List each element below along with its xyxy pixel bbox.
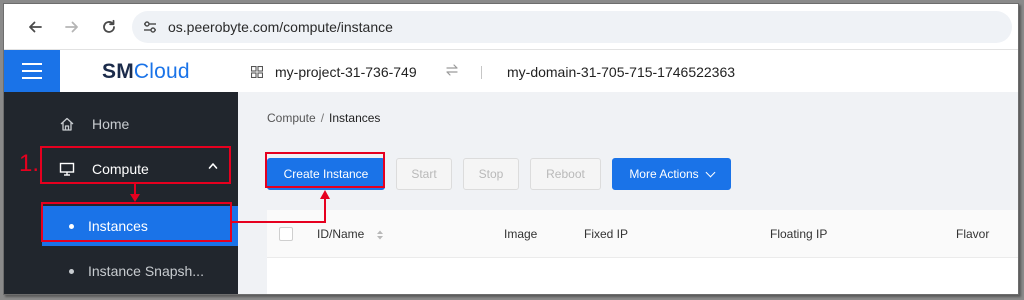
chevron-up-icon[interactable] (208, 161, 218, 171)
bullet-icon (69, 224, 74, 229)
breadcrumb-parent[interactable]: Compute (267, 111, 316, 125)
column-header-label: ID/Name (317, 227, 365, 241)
site-settings-icon[interactable] (142, 19, 158, 35)
start-button[interactable]: Start (396, 158, 452, 190)
more-actions-button[interactable]: More Actions (612, 158, 731, 190)
column-header-image: Image (504, 227, 538, 241)
sidebar-subitem-instances[interactable]: Instances (42, 206, 238, 246)
forward-arrow-icon[interactable] (60, 15, 84, 39)
column-header-id-name[interactable]: ID/Name (317, 227, 384, 241)
table-header: ID/Name Image Fixed IP Floating IP Flavo… (267, 210, 1018, 258)
logo-bold-text: SM (102, 60, 134, 83)
sidebar-subitem-label: Instance Snapsh... (88, 263, 204, 279)
switch-icon[interactable] (445, 63, 459, 80)
chevron-down-icon (705, 167, 716, 177)
sidebar-item-home[interactable]: Home (4, 104, 238, 144)
back-arrow-icon[interactable] (23, 15, 47, 39)
sidebar-item-label: Compute (92, 161, 149, 177)
create-instance-button[interactable]: Create Instance (267, 158, 385, 190)
sidebar: Home Compute Instances Instance Snapsh..… (4, 92, 238, 294)
app-header: SMCloud my-project-31-736-749 my-domain-… (4, 50, 1018, 92)
column-header-fixed-ip: Fixed IP (584, 227, 629, 241)
sidebar-item-label: Home (92, 116, 130, 132)
bullet-icon (69, 269, 74, 274)
screenshot-frame: os.peerobyte.com/compute/instance SMClou… (3, 3, 1019, 295)
more-actions-label: More Actions (629, 167, 699, 181)
select-all-checkbox[interactable] (279, 227, 293, 241)
reboot-button[interactable]: Reboot (530, 158, 601, 190)
project-selector[interactable]: my-project-31-736-749 (275, 64, 417, 80)
column-header-flavor: Flavor (956, 227, 990, 241)
header-divider (481, 66, 482, 79)
annotation-step-number: 1. (19, 150, 40, 177)
logo[interactable]: SMCloud (102, 60, 190, 84)
main-content: Compute / Instances Create Instance Start … (238, 92, 1018, 294)
table-body (267, 258, 1018, 294)
monitor-icon (59, 162, 75, 176)
sidebar-subitem-instance-snapshots[interactable]: Instance Snapsh... (42, 251, 238, 291)
address-bar[interactable]: os.peerobyte.com/compute/instance (132, 11, 1012, 43)
sort-icon[interactable] (376, 229, 384, 241)
sidebar-item-compute[interactable]: Compute (4, 149, 238, 189)
logo-light-text: Cloud (133, 60, 190, 83)
breadcrumb-current: Instances (329, 111, 381, 125)
menu-icon[interactable] (4, 50, 60, 92)
breadcrumb: Compute / Instances (267, 111, 380, 125)
home-icon (60, 117, 74, 131)
url-text[interactable]: os.peerobyte.com/compute/instance (168, 19, 393, 35)
stop-button[interactable]: Stop (463, 158, 519, 190)
domain-selector[interactable]: my-domain-31-705-715-1746522363 (507, 64, 735, 80)
browser-toolbar: os.peerobyte.com/compute/instance (4, 4, 1018, 50)
grid-icon (251, 66, 263, 78)
sidebar-subitem-label: Instances (88, 218, 148, 234)
reload-icon[interactable] (97, 15, 121, 39)
column-header-floating-ip: Floating IP (770, 227, 828, 241)
breadcrumb-separator: / (320, 111, 325, 125)
